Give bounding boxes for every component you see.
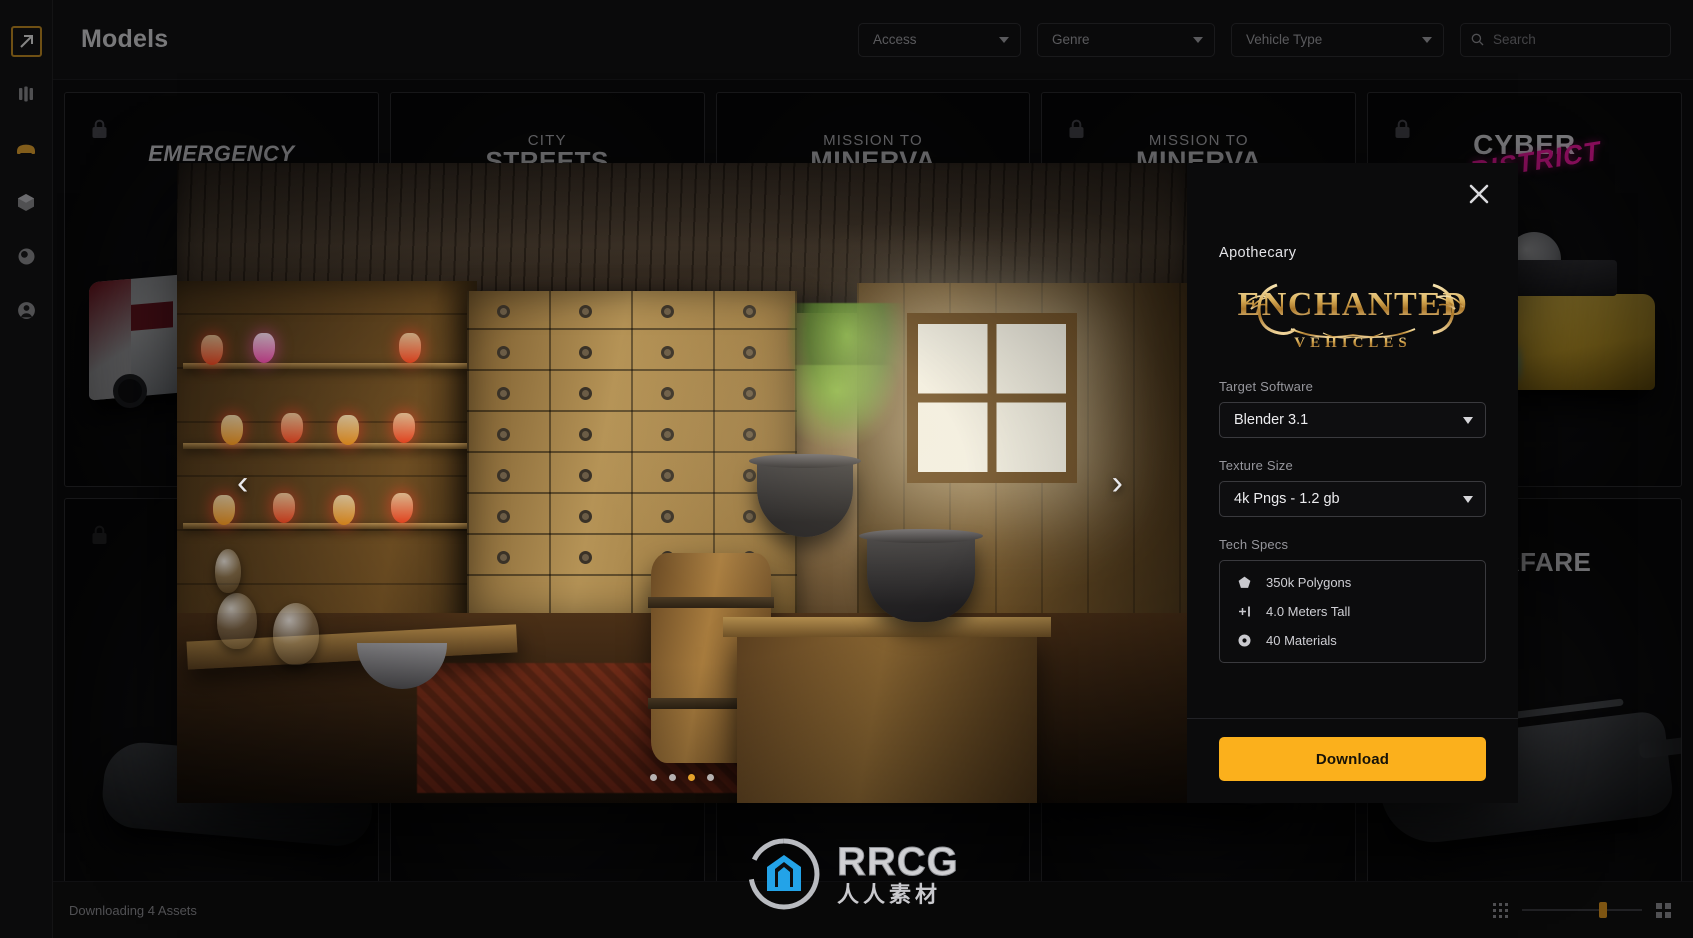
drawer-knob xyxy=(661,428,674,441)
material-icon xyxy=(1236,634,1252,647)
carousel-next-button[interactable]: › xyxy=(1112,466,1123,500)
texture-size-value: 4k Pngs - 1.2 gb xyxy=(1234,491,1340,507)
target-software-value: Blender 3.1 xyxy=(1234,412,1309,428)
drawer-knob xyxy=(497,469,510,482)
potion-bottle xyxy=(333,495,355,525)
drawer-knob xyxy=(579,428,592,441)
drawer-knob xyxy=(579,510,592,523)
scene-flask xyxy=(215,549,241,593)
drawer-knob xyxy=(743,387,756,400)
scene-cauldron xyxy=(859,529,983,622)
carousel-dot[interactable] xyxy=(650,774,657,781)
details-body: Apothecary ENCHANTED VEHICLES Target Sof… xyxy=(1187,163,1518,718)
close-icon[interactable] xyxy=(1462,177,1496,211)
scene-shelf xyxy=(183,363,469,369)
scene-counter xyxy=(723,617,1051,803)
texture-size-label: Texture Size xyxy=(1219,458,1293,473)
scene-window xyxy=(907,313,1077,483)
carousel-dot-active[interactable] xyxy=(688,774,695,781)
tech-spec-row: 4.0 Meters Tall xyxy=(1236,604,1469,619)
carousel-prev-button[interactable]: ‹ xyxy=(237,466,248,500)
potion-bottle xyxy=(201,335,223,365)
tech-specs-label: Tech Specs xyxy=(1219,537,1289,552)
potion-bottle xyxy=(281,413,303,443)
carousel-dot[interactable] xyxy=(669,774,676,781)
drawer-knob xyxy=(661,510,674,523)
download-button[interactable]: Download xyxy=(1219,737,1486,781)
drawer-knob xyxy=(661,305,674,318)
carousel-dots xyxy=(650,774,714,781)
scene-flask xyxy=(273,603,319,665)
drawer-knob xyxy=(661,469,674,482)
drawer-knob xyxy=(497,387,510,400)
height-icon xyxy=(1236,605,1252,618)
drawer-knob xyxy=(743,305,756,318)
carousel-dot[interactable] xyxy=(707,774,714,781)
target-software-select[interactable]: Blender 3.1 xyxy=(1219,402,1486,438)
drawer-knob xyxy=(743,428,756,441)
scene-shelf xyxy=(183,443,469,449)
drawer-knob xyxy=(579,305,592,318)
polygon-icon xyxy=(1236,576,1252,589)
tech-spec-row: 350k Polygons xyxy=(1236,575,1469,590)
asset-name: Apothecary xyxy=(1219,245,1297,261)
potion-bottle xyxy=(399,333,421,363)
drawer-knob xyxy=(743,469,756,482)
drawer-knob xyxy=(579,346,592,359)
drawer-knob xyxy=(497,510,510,523)
asset-details-panel: Apothecary ENCHANTED VEHICLES Target Sof… xyxy=(1187,163,1518,803)
potion-bottle xyxy=(337,415,359,445)
target-software-label: Target Software xyxy=(1219,379,1314,394)
potion-bottle xyxy=(273,493,295,523)
svg-text:ENCHANTED: ENCHANTED xyxy=(1237,286,1468,323)
scene-flask xyxy=(217,593,257,649)
details-footer: Download xyxy=(1187,718,1518,803)
drawer-knob xyxy=(579,551,592,564)
drawer-knob xyxy=(497,428,510,441)
drawer-knob xyxy=(579,387,592,400)
tech-specs-box: 350k Polygons 4.0 Meters Tall 40 Materia… xyxy=(1219,560,1486,663)
asset-preview[interactable]: ‹ › xyxy=(177,163,1187,803)
tech-spec-text: 4.0 Meters Tall xyxy=(1266,604,1351,619)
drawer-knob xyxy=(661,387,674,400)
asset-detail-modal: ‹ › Apothecary ENCHANTED VEHICLES Target… xyxy=(177,163,1518,803)
potion-bottle xyxy=(253,333,275,363)
potion-bottle xyxy=(391,493,413,523)
potion-bottle xyxy=(393,413,415,443)
svg-text:VEHICLES: VEHICLES xyxy=(1294,335,1412,351)
potion-bottle xyxy=(213,495,235,525)
drawer-knob xyxy=(743,346,756,359)
drawer-knob xyxy=(743,510,756,523)
potion-bottle xyxy=(221,415,243,445)
enchanted-vehicles-logo-icon: ENCHANTED VEHICLES xyxy=(1237,283,1468,351)
drawer-knob xyxy=(579,469,592,482)
preview-image xyxy=(177,163,1187,803)
drawer-knob xyxy=(497,305,510,318)
texture-size-select[interactable]: 4k Pngs - 1.2 gb xyxy=(1219,481,1486,517)
tech-spec-text: 40 Materials xyxy=(1266,633,1337,648)
drawer-knob xyxy=(661,346,674,359)
chevron-down-icon xyxy=(1463,416,1473,424)
scene-hanging-herbs xyxy=(787,303,907,451)
drawer-knob xyxy=(497,551,510,564)
tech-spec-text: 350k Polygons xyxy=(1266,575,1352,590)
chevron-down-icon xyxy=(1463,495,1473,503)
brand-logo-enchanted-vehicles: ENCHANTED VEHICLES xyxy=(1219,267,1486,353)
drawer-knob xyxy=(497,346,510,359)
tech-spec-row: 40 Materials xyxy=(1236,633,1469,648)
